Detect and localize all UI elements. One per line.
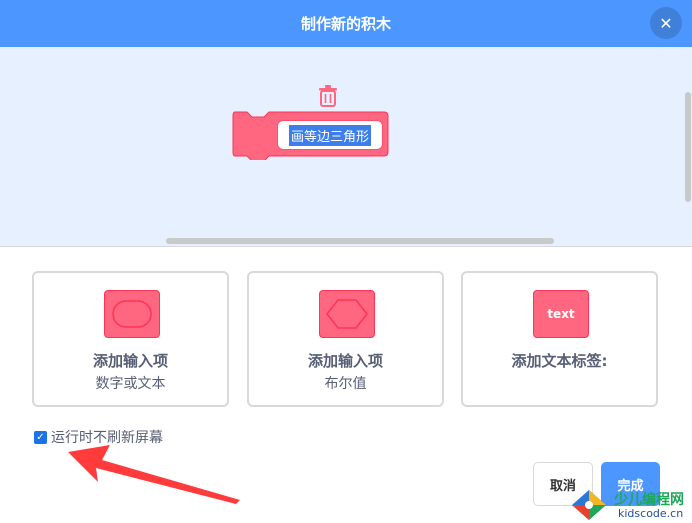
block-name-input[interactable]: 画等边三角形 [277,120,383,150]
option-title: 添加文本标签: [511,352,608,370]
add-number-text-input-option[interactable]: 添加输入项 数字或文本 [32,271,229,407]
option-subtitle: 数字或文本 [95,376,166,392]
block-name-text: 画等边三角形 [288,124,371,146]
watermark-logo [572,490,606,520]
close-button[interactable]: ✕ [650,7,682,39]
round-input-icon [104,290,160,338]
dialog-header: 制作新的积木 ✕ [0,0,692,47]
horizontal-scrollbar[interactable] [166,238,554,244]
trash-icon[interactable] [318,85,338,107]
option-subtitle: 布尔值 [324,376,367,392]
watermark-cn: 少儿编程网 [614,492,684,508]
text-label-icon: text [533,290,589,338]
option-title: 添加输入项 [92,352,168,370]
text-label-icon-text: text [547,307,575,321]
add-boolean-input-option[interactable]: 添加输入项 布尔值 [247,271,444,407]
close-icon: ✕ [659,13,673,33]
block-preview-workspace: 画等边三角形 [0,47,692,247]
watermark-en: kidscode.cn [618,507,684,520]
option-title: 添加输入项 [307,352,383,370]
run-without-refresh-checkbox[interactable]: ✓ [34,430,47,444]
dialog-title: 制作新的积木 [300,15,391,33]
add-text-label-option[interactable]: text 添加文本标签: [461,271,658,407]
boolean-input-icon [319,290,375,338]
vertical-scrollbar[interactable] [685,92,691,202]
watermark: 少儿编程网 kidscode.cn [570,486,692,523]
red-arrow-annotation [68,445,240,504]
